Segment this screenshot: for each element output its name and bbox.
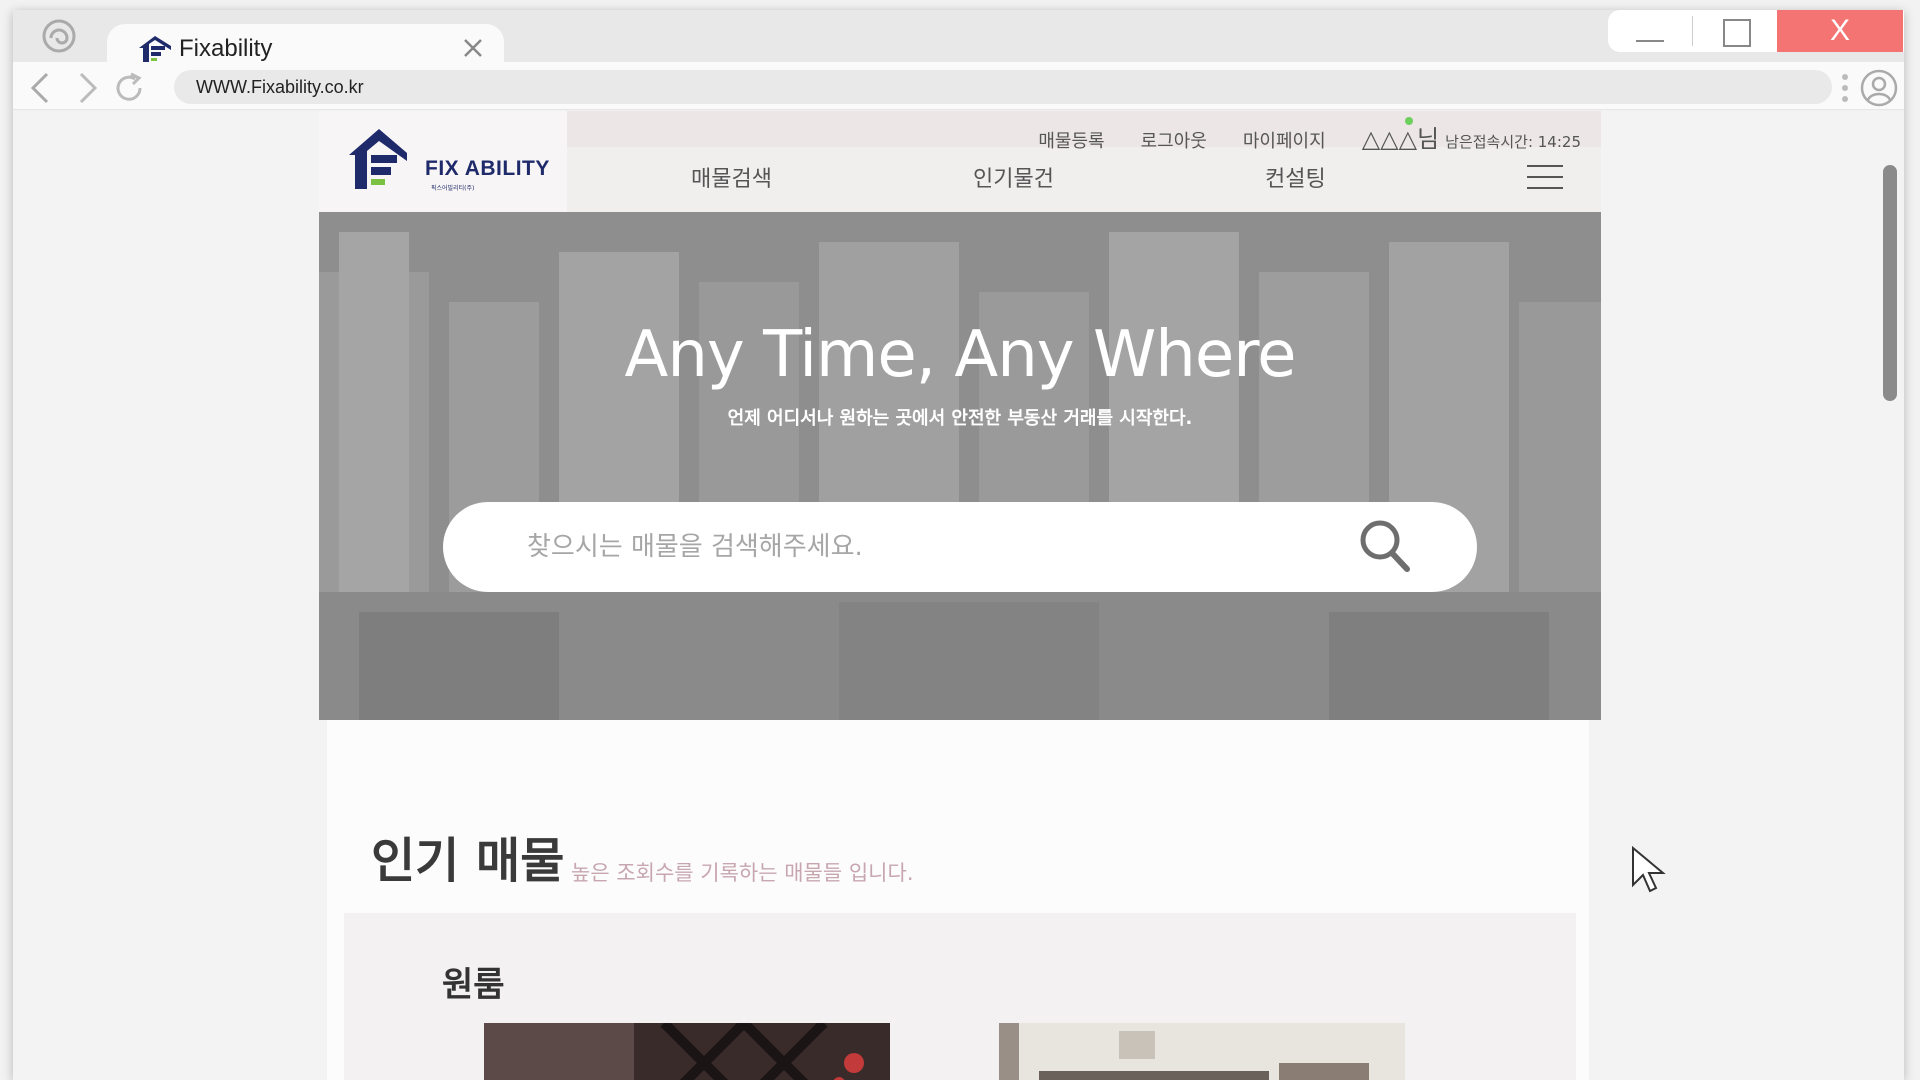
forward-arrow-icon[interactable]: [69, 70, 105, 106]
nav-search-listings[interactable]: 매물검색: [691, 161, 772, 193]
site-logo[interactable]: FIX ABILITY 픽스어빌리티(주): [319, 111, 567, 212]
url-field[interactable]: WWW.Fixability.co.kr: [174, 70, 1832, 104]
favicon-icon: [139, 36, 171, 62]
search-bar: [443, 502, 1477, 592]
hamburger-menu-icon[interactable]: [1527, 165, 1563, 191]
user-greeting: △△△님 남은접속시간: 14:25: [1362, 119, 1581, 154]
search-icon[interactable]: [1357, 516, 1413, 576]
close-icon[interactable]: [459, 34, 487, 62]
search-input[interactable]: [527, 527, 1307, 567]
hero-subtitle: 언제 어디서나 원하는 곳에서 안전한 부동산 거래를 시작한다.: [727, 408, 1193, 429]
logo-subtext: 픽스어빌리티(주): [431, 185, 475, 192]
util-register-listing[interactable]: 매물등록: [1038, 127, 1104, 153]
more-vertical-icon[interactable]: [1839, 72, 1851, 104]
reload-icon[interactable]: [111, 70, 147, 106]
listing-thumbnail[interactable]: [484, 1023, 890, 1080]
util-logout[interactable]: 로그아웃: [1141, 127, 1207, 153]
listing-thumbnail[interactable]: [999, 1023, 1405, 1080]
city-skyline-image: [319, 212, 1601, 720]
mouse-pointer-icon: [1632, 845, 1666, 893]
util-mypage[interactable]: 마이페이지: [1243, 127, 1326, 153]
address-bar-row: WWW.Fixability.co.kr: [13, 62, 1904, 110]
site: FIX ABILITY 픽스어빌리티(주) 매물등록 로그아웃 마이페이지 △△…: [319, 111, 1601, 1080]
hero-title: Any Time, Any Where: [624, 318, 1297, 392]
listing-photo: [484, 1023, 890, 1080]
app-swirl-icon: [42, 19, 76, 53]
logo-mark-icon: [349, 129, 407, 189]
page-viewport: FIX ABILITY 픽스어빌리티(주) 매물등록 로그아웃 마이페이지 △△…: [13, 111, 1904, 1080]
user-name: △△△님: [1361, 125, 1440, 153]
tab-title: Fixability: [179, 35, 273, 62]
online-indicator: [1405, 117, 1413, 125]
browser-window: Fixability X WWW.Fixability.co.kr FIX AB…: [13, 10, 1904, 1080]
session-timer: 남은접속시간: 14:25: [1445, 133, 1581, 151]
category-title: 원룸: [442, 965, 505, 1005]
maximize-button[interactable]: [1693, 10, 1777, 52]
popular-subtitle: 높은 조회수를 기록하는 매물들 입니다.: [571, 861, 914, 885]
page-scrollbar[interactable]: [1883, 165, 1897, 401]
popular-panel: 원룸: [344, 913, 1576, 1080]
listing-photo: [999, 1023, 1405, 1080]
profile-icon[interactable]: [1859, 68, 1899, 108]
nav-consulting[interactable]: 컨설팅: [1265, 161, 1326, 193]
close-window-button[interactable]: X: [1777, 10, 1903, 52]
utility-links: 매물등록 로그아웃 마이페이지 △△△님 남은접속시간: 14:25: [1038, 119, 1581, 153]
logo-text: FIX ABILITY: [425, 157, 550, 180]
nav-popular-listings[interactable]: 인기물건: [973, 161, 1054, 193]
top-navigation: 매물등록 로그아웃 마이페이지 △△△님 남은접속시간: 14:25 매물검색 인…: [567, 111, 1601, 212]
hero-banner: Any Time, Any Where 언제 어디서나 원하는 곳에서 안전한 …: [319, 212, 1601, 720]
minimize-button[interactable]: [1608, 10, 1692, 52]
back-arrow-icon[interactable]: [23, 70, 59, 106]
title-bar: Fixability X: [13, 10, 1904, 72]
window-controls: X: [1608, 10, 1904, 52]
popular-title: 인기 매물: [371, 833, 565, 889]
